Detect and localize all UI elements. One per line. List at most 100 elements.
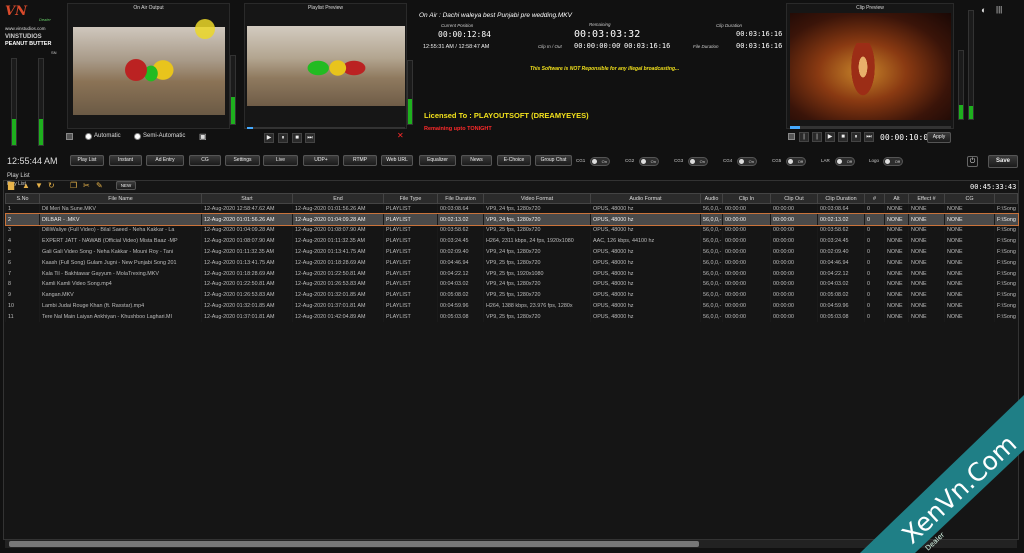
table-row[interactable]: 10 Lambi Judai Rouge Khan (ft. Raxstar).m… xyxy=(5,300,1018,312)
table-cell: 12-Aug-2020 01:08:07.90 AM xyxy=(292,225,384,236)
toolbar-button-instant[interactable]: Instant xyxy=(109,155,142,166)
power-icon[interactable]: ⏻ xyxy=(967,156,978,167)
table-cell: 12-Aug-2020 01:18:28.69 AM xyxy=(292,257,384,269)
preview-seek-bar[interactable] xyxy=(247,127,405,129)
column-header[interactable]: Audio xyxy=(700,193,723,204)
toggle-label-cg1: CG1 xyxy=(576,158,586,163)
table-cell: EXPERT JATT - NAWAB (Official Video) Mis… xyxy=(39,235,202,247)
mode-semi-radio[interactable] xyxy=(134,133,141,140)
clip-pause-button[interactable]: ⏸ xyxy=(851,132,861,142)
menu-icon[interactable]: ||| xyxy=(996,5,1002,14)
save-button[interactable]: Save xyxy=(988,155,1018,168)
clip-stop-button[interactable]: ■ xyxy=(838,132,848,142)
camera-icon[interactable]: ▣ xyxy=(199,132,207,141)
column-header[interactable]: File Name xyxy=(39,193,202,204)
clip-checkbox[interactable] xyxy=(788,133,795,140)
toolbar-button-settings[interactable]: Settings xyxy=(225,155,260,166)
toolbar-button-e-choice[interactable]: E-Choice xyxy=(497,155,531,166)
table-row[interactable]: 4 EXPERT JATT - NAWAB (Official Video) Mi… xyxy=(5,235,1018,247)
column-header[interactable]: Clip In xyxy=(722,193,771,204)
table-row[interactable]: 3 DilliWaliye (Full Video) - Bilal Saeed … xyxy=(5,225,1018,236)
column-header[interactable]: Effect # xyxy=(908,193,945,204)
clip-mark-in-button[interactable]: | xyxy=(799,132,809,142)
toolbar-button-group-chat[interactable]: Group Chat xyxy=(535,155,572,166)
column-header[interactable]: S.No xyxy=(5,193,40,204)
table-row[interactable]: 5 Gali Gali Video Song - Neha Kakkar - Mo… xyxy=(5,246,1018,258)
toolbar-button-news[interactable]: News xyxy=(461,155,492,166)
toggle-lar[interactable]: Off xyxy=(835,157,855,166)
column-header[interactable]: File Duration xyxy=(437,193,484,204)
table-cell: NONE xyxy=(908,225,945,236)
toolbar-button-rtmp[interactable]: RTMP xyxy=(343,155,377,166)
table-cell: 12-Aug-2020 01:11:32.35 AM xyxy=(292,235,384,247)
toolbar-button-equalizer[interactable]: Equalizer xyxy=(419,155,456,166)
column-header[interactable]: Clip Out xyxy=(770,193,818,204)
toggle-cg4[interactable]: On xyxy=(737,157,757,166)
cut-icon[interactable]: ✂ xyxy=(83,181,90,190)
column-header[interactable]: Start xyxy=(201,193,293,204)
table-cell: 10 xyxy=(5,300,40,312)
theme-icon[interactable]: ◐ xyxy=(981,5,986,15)
playlist-table[interactable]: S.No File Name Start End File Type File Durat… xyxy=(4,193,1019,323)
preview-next-button[interactable]: ⏭ xyxy=(305,133,315,143)
clip-play-button[interactable]: ▶ xyxy=(825,132,835,142)
toggle-cg1[interactable]: On xyxy=(590,157,610,166)
playlist-preview-video[interactable] xyxy=(247,26,405,106)
mode-automatic-radio[interactable] xyxy=(85,133,92,140)
preview-stop-button[interactable]: ■ xyxy=(292,133,302,143)
table-cell: 00:00:00 xyxy=(770,257,818,269)
toggle-cg2[interactable]: On xyxy=(639,157,659,166)
table-cell: VP9, 25 fps, 1280x720 xyxy=(483,311,591,323)
toggle-logo[interactable]: Off xyxy=(883,157,903,166)
move-up-icon[interactable]: ▲ xyxy=(22,181,30,190)
column-header[interactable]: Video Format xyxy=(483,193,591,204)
clip-preview-video[interactable] xyxy=(790,13,951,120)
toggle-cg3[interactable]: On xyxy=(688,157,708,166)
copy-icon[interactable]: ❐ xyxy=(70,181,77,190)
clip-seek-bar[interactable] xyxy=(790,126,951,129)
on-air-output-title: On Air Output xyxy=(133,5,164,11)
clip-next-button[interactable]: ⏭ xyxy=(864,132,874,142)
table-row[interactable]: 7 Kala Til - Bakhtawar Gayyum - MolaTrexi… xyxy=(5,268,1018,280)
edit-icon[interactable]: ✎ xyxy=(96,181,103,190)
table-cell: F:\Song xyxy=(994,311,1018,323)
table-cell: 00:05:03.08 xyxy=(437,311,484,323)
table-cell: NONE xyxy=(884,203,909,215)
clip-mark-out-button[interactable]: | xyxy=(812,132,822,142)
table-row[interactable]: 6 Kaash (Full Song) Gulam Jugni - New Pun… xyxy=(5,257,1018,269)
on-air-video[interactable] xyxy=(73,27,225,115)
preview-play-button[interactable]: ▶ xyxy=(264,133,274,143)
column-header[interactable]: File Type xyxy=(383,193,438,204)
preview-pause-button[interactable]: ⏸ xyxy=(278,133,288,143)
table-row[interactable]: 1 Dil Meri Na Sune.MKV 12-Aug-2020 12:58:4… xyxy=(5,203,1018,215)
scrollbar-thumb[interactable] xyxy=(9,541,699,547)
table-row[interactable]: 11 Tere Nal Main Laiyan Ankhiyan - Khushb… xyxy=(5,311,1018,323)
clip-apply-button[interactable]: Apply xyxy=(927,132,951,143)
toolbar-button-ad-entry[interactable]: Ad Entry xyxy=(146,155,184,166)
mode-checkbox[interactable] xyxy=(66,133,73,140)
toolbar-button-play-list[interactable]: Play List xyxy=(70,155,104,166)
column-header[interactable] xyxy=(994,193,1018,204)
toggle-cg5[interactable]: Off xyxy=(786,157,806,166)
table-row[interactable]: 2 DILBAR - .MKV 12-Aug-2020 01:01:56.26 AM… xyxy=(4,213,1019,227)
refresh-icon[interactable]: ↻ xyxy=(48,181,55,190)
move-down-icon[interactable]: ▼ xyxy=(35,181,43,190)
table-cell: NONE xyxy=(908,214,945,226)
toolbar-button-cg[interactable]: CG xyxy=(189,155,221,166)
column-header[interactable]: # xyxy=(864,193,885,204)
table-row[interactable]: 9 Kangan.MKV 12-Aug-2020 01:26:53.83 AM 12-… xyxy=(5,289,1018,301)
column-header[interactable]: Audio Format xyxy=(590,193,701,204)
column-header[interactable]: CG xyxy=(944,193,995,204)
table-cell: 56,0,0,- xyxy=(700,225,723,236)
new-button[interactable]: NEW xyxy=(116,181,136,190)
table-cell: PLAYLIST xyxy=(383,268,438,280)
column-header[interactable]: Alt xyxy=(884,193,909,204)
column-header[interactable]: End xyxy=(292,193,384,204)
table-cell: 00:04:46.94 xyxy=(817,257,865,269)
table-row[interactable]: 8 Kamli Kamli Video Song.mp4 12-Aug-2020 0… xyxy=(5,279,1018,290)
column-header[interactable]: Clip Duration xyxy=(817,193,865,204)
folder-open-icon[interactable]: ▇ xyxy=(8,181,14,190)
toolbar-button-live[interactable]: Live xyxy=(263,155,298,166)
toolbar-button-udp-[interactable]: UDP+ xyxy=(303,155,339,166)
toolbar-button-web-url[interactable]: Web URL xyxy=(381,155,413,166)
